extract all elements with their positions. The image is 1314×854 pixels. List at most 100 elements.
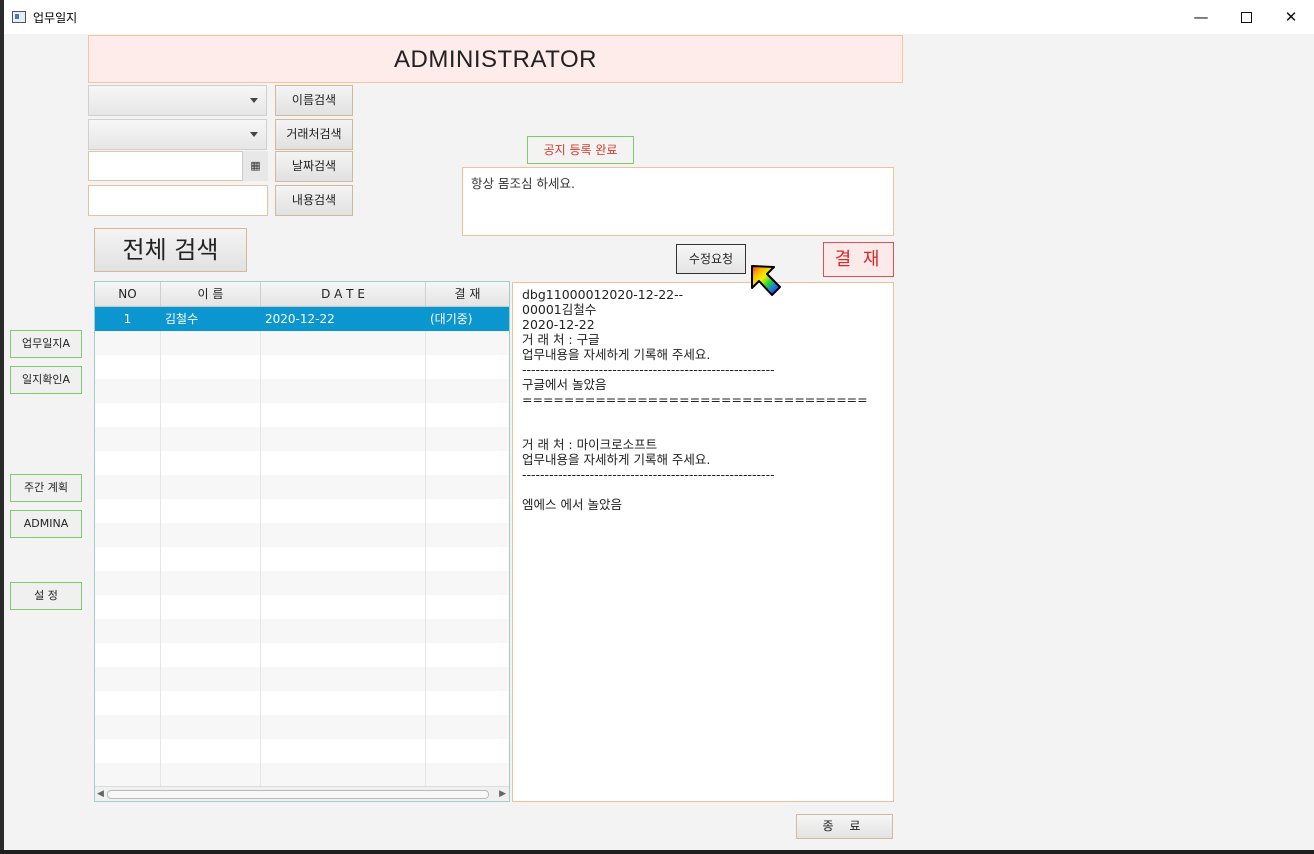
table-row[interactable] xyxy=(95,715,509,739)
approve-button[interactable]: 결 재 xyxy=(823,242,894,277)
table-header: NO 이 름 D A T E 결 재 xyxy=(95,282,509,307)
client-search-button[interactable]: 거래처검색 xyxy=(275,119,353,150)
table-cell xyxy=(261,571,426,595)
cell-no: 1 xyxy=(95,307,161,331)
table-cell xyxy=(95,715,161,739)
table-cell xyxy=(95,403,161,427)
table-cell xyxy=(261,691,426,715)
table-cell xyxy=(161,619,261,643)
table-cell xyxy=(161,427,261,451)
table-row[interactable] xyxy=(95,547,509,571)
table-cell xyxy=(426,331,509,355)
table-cell xyxy=(261,427,426,451)
detail-line: ----------------------------------------… xyxy=(522,467,775,482)
table-row[interactable] xyxy=(95,691,509,715)
table-row[interactable] xyxy=(95,475,509,499)
table-row[interactable] xyxy=(95,379,509,403)
table-cell xyxy=(426,763,509,787)
journal-detail-text[interactable]: dbg11000012020-12-22-- 00001김철수 2020-12-22… xyxy=(512,282,894,802)
date-search-button[interactable]: 날짜검색 xyxy=(275,151,353,182)
cell-date: 2020-12-22 xyxy=(261,307,426,331)
table-cell xyxy=(426,571,509,595)
close-button[interactable]: ✕ xyxy=(1268,0,1314,34)
table-cell xyxy=(95,475,161,499)
detail-lines: dbg11000012020-12-22-- 00001김철수 2020-12-22… xyxy=(522,287,893,512)
sidebar-item-admin[interactable]: ADMINA xyxy=(10,510,82,538)
date-field[interactable] xyxy=(88,151,268,181)
scroll-left-icon[interactable]: ◀ xyxy=(97,787,104,801)
sidebar-item-journal-check[interactable]: 일지확인A xyxy=(10,366,82,394)
name-combo[interactable] xyxy=(88,85,267,116)
table-row[interactable] xyxy=(95,499,509,523)
table-row[interactable] xyxy=(95,451,509,475)
scrollbar-thumb[interactable] xyxy=(107,790,489,799)
table-cell xyxy=(261,643,426,667)
notice-register-button[interactable]: 공지 등록 완료 xyxy=(527,136,634,164)
detail-line: ================================= xyxy=(522,392,868,407)
table-row[interactable]: 1 김철수 2020-12-22 (대기중) xyxy=(95,307,509,331)
page-title: ADMINISTRATOR xyxy=(88,35,903,83)
table-cell xyxy=(95,763,161,787)
table-cell xyxy=(261,595,426,619)
table-row[interactable] xyxy=(95,763,509,787)
content-field[interactable] xyxy=(88,185,268,216)
table-cell xyxy=(261,739,426,763)
table-cell xyxy=(261,667,426,691)
content-search-button[interactable]: 내용검색 xyxy=(275,185,353,216)
scroll-right-icon[interactable]: ▶ xyxy=(499,787,506,801)
fix-request-button[interactable]: 수정요청 xyxy=(676,244,746,274)
sidebar-item-weekly-plan[interactable]: 주간 계획 xyxy=(10,474,82,502)
name-search-button[interactable]: 이름검색 xyxy=(275,85,353,116)
table-cell xyxy=(161,331,261,355)
exit-button[interactable]: 종 료 xyxy=(796,814,893,839)
column-header-date[interactable]: D A T E xyxy=(261,282,426,306)
table-row[interactable] xyxy=(95,739,509,763)
maximize-button[interactable] xyxy=(1223,0,1269,34)
table-cell xyxy=(95,547,161,571)
table-cell xyxy=(95,667,161,691)
detail-line: 엠에스 에서 놀았음 xyxy=(522,497,622,512)
notice-textarea[interactable]: 항상 몸조심 하세요. xyxy=(462,167,894,236)
detail-line: 업무내용을 자세하게 기록해 주세요. xyxy=(522,347,711,362)
horizontal-scrollbar[interactable]: ◀ ▶ xyxy=(95,786,509,801)
table-cell xyxy=(261,499,426,523)
table-cell xyxy=(261,379,426,403)
table-cell xyxy=(95,619,161,643)
table-cell xyxy=(161,715,261,739)
table-row[interactable] xyxy=(95,355,509,379)
table-row[interactable] xyxy=(95,595,509,619)
table-cell xyxy=(161,763,261,787)
maximize-icon xyxy=(1240,12,1252,23)
journal-table[interactable]: NO 이 름 D A T E 결 재 1 김철수 2020-12-22 (대기중… xyxy=(94,281,510,802)
table-cell xyxy=(161,499,261,523)
table-cell xyxy=(95,691,161,715)
table-cell xyxy=(161,403,261,427)
table-cell xyxy=(426,499,509,523)
column-header-no[interactable]: NO xyxy=(95,282,161,306)
table-row[interactable] xyxy=(95,427,509,451)
column-header-name[interactable]: 이 름 xyxy=(161,282,261,306)
all-search-button[interactable]: 전체 검색 xyxy=(94,228,247,272)
background-strip-bottom xyxy=(0,850,1314,854)
column-header-approval[interactable]: 결 재 xyxy=(426,282,509,306)
calendar-icon[interactable]: ▦ xyxy=(242,151,268,181)
table-cell xyxy=(426,547,509,571)
table-row[interactable] xyxy=(95,571,509,595)
minimize-button[interactable]: — xyxy=(1178,0,1224,34)
table-cell xyxy=(161,475,261,499)
detail-line: dbg11000012020-12-22-- xyxy=(522,287,684,302)
table-row[interactable] xyxy=(95,331,509,355)
table-row[interactable] xyxy=(95,403,509,427)
client-combo[interactable] xyxy=(88,119,267,150)
sidebar-item-journal[interactable]: 업무일지A xyxy=(10,330,82,358)
table-row[interactable] xyxy=(95,643,509,667)
window-title: 업무일지 xyxy=(33,11,78,25)
table-cell xyxy=(95,571,161,595)
table-row[interactable] xyxy=(95,523,509,547)
sidebar-item-settings[interactable]: 설 정 xyxy=(10,582,82,610)
detail-line: ----------------------------------------… xyxy=(522,362,775,377)
chevron-down-icon xyxy=(250,132,258,137)
table-row[interactable] xyxy=(95,667,509,691)
detail-line xyxy=(522,422,893,437)
table-row[interactable] xyxy=(95,619,509,643)
